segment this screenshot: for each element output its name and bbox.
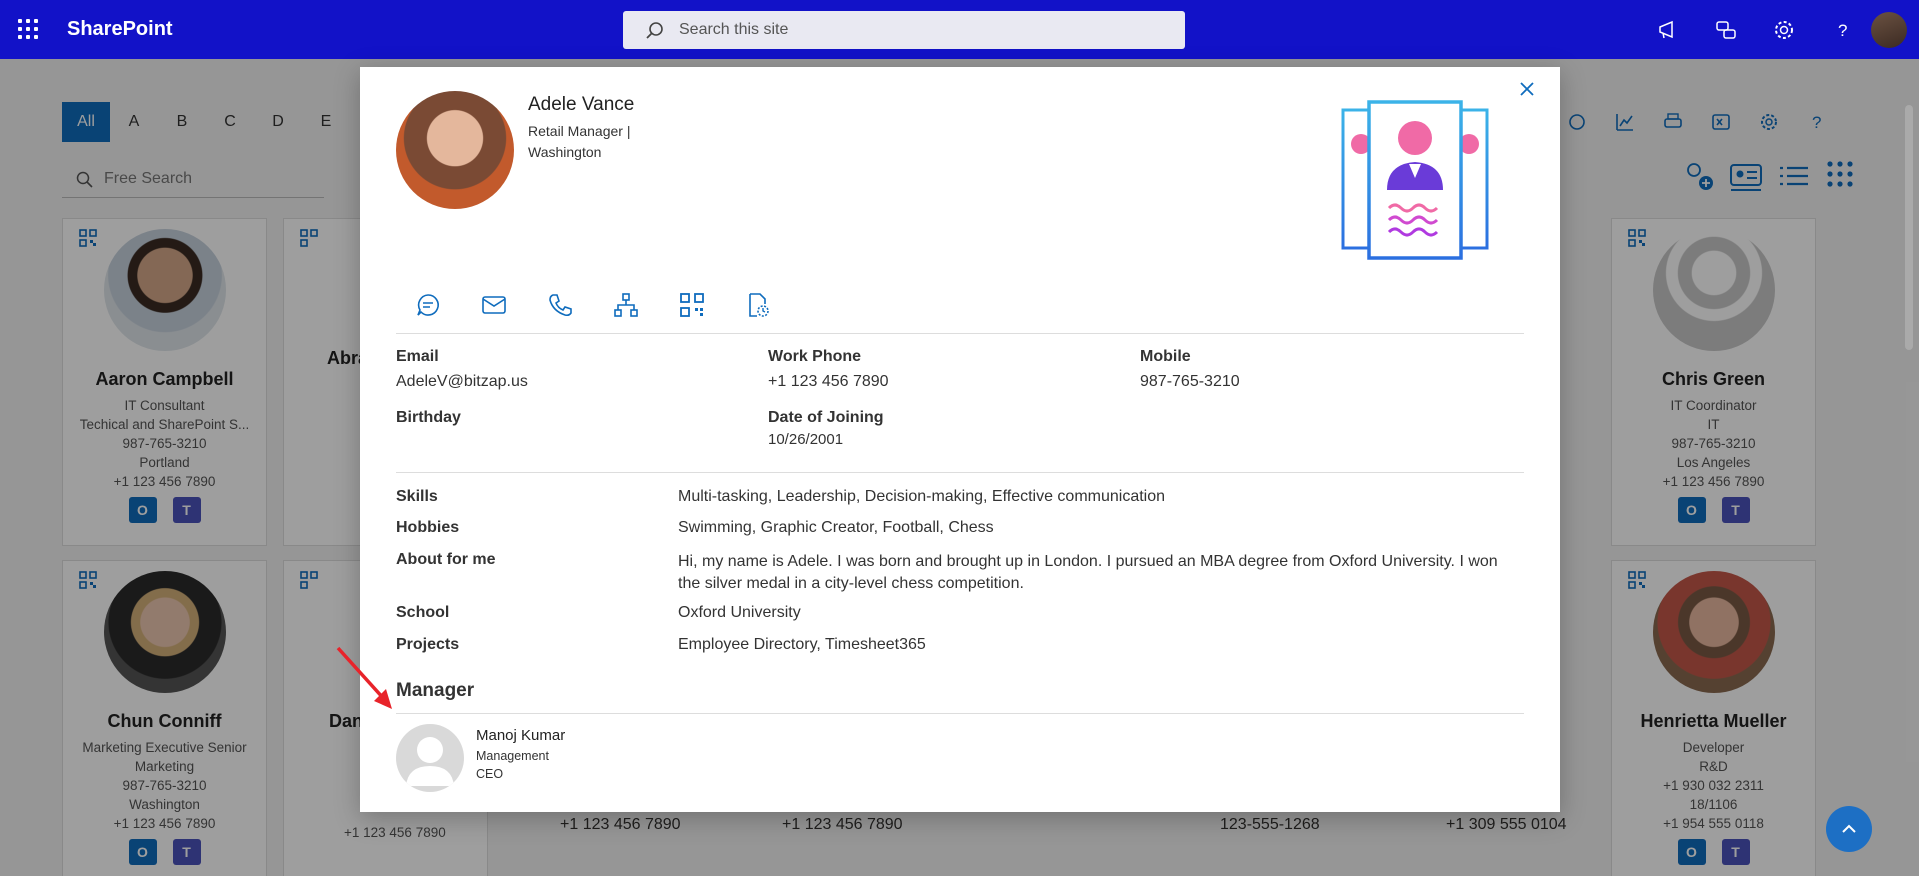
settings-icon[interactable] — [1755, 0, 1813, 59]
date-of-joining-label: Date of Joining — [768, 409, 884, 426]
mail-icon[interactable] — [478, 289, 510, 321]
site-search-input[interactable]: Search this site — [623, 11, 1185, 49]
org-chart-icon[interactable] — [610, 289, 642, 321]
brand-title[interactable]: SharePoint — [67, 18, 173, 41]
suite-header: SharePoint Search this site ? — [0, 0, 1919, 59]
profile-dialog: Adele Vance Retail Manager | Washington … — [360, 67, 1560, 812]
scroll-to-top-button[interactable] — [1826, 806, 1872, 852]
about-value: Hi, my name is Adele. I was born and bro… — [678, 553, 1498, 592]
svg-text:?: ? — [1838, 21, 1847, 40]
mobile-value: 987-765-3210 — [1140, 373, 1240, 390]
chevron-up-icon — [1842, 824, 1856, 833]
profile-photo — [396, 91, 514, 209]
profile-name: Adele Vance — [528, 94, 635, 115]
about-label: About for me — [396, 551, 496, 568]
profile-job-title: Retail Manager | — [528, 123, 631, 139]
megaphone-icon[interactable] — [1639, 0, 1697, 59]
user-avatar[interactable] — [1871, 11, 1907, 48]
page-scrollbar[interactable] — [1905, 105, 1913, 350]
manager-section-title: Manager — [396, 680, 475, 701]
manager-department: Management — [476, 749, 549, 763]
search-placeholder: Search this site — [679, 21, 789, 38]
manager-name[interactable]: Manoj Kumar — [476, 727, 565, 744]
school-label: School — [396, 604, 450, 621]
help-icon[interactable]: ? — [1813, 0, 1871, 59]
employee-badge-illustration — [1341, 100, 1489, 260]
app-launcher-icon[interactable] — [18, 19, 38, 39]
projects-label: Projects — [396, 636, 460, 653]
contact-actions — [412, 289, 774, 321]
projects-value: Employee Directory, Timesheet365 — [678, 636, 926, 653]
search-icon — [646, 22, 663, 39]
close-icon[interactable] — [1517, 79, 1537, 99]
chat-help-icon[interactable] — [1697, 0, 1755, 59]
document-clock-icon[interactable] — [742, 289, 774, 321]
hobbies-value: Swimming, Graphic Creator, Football, Che… — [678, 519, 994, 536]
work-phone-value: +1 123 456 7890 — [768, 373, 889, 390]
skills-label: Skills — [396, 488, 438, 505]
date-of-joining-value: 10/26/2001 — [768, 431, 844, 448]
birthday-label: Birthday — [396, 409, 461, 426]
divider — [396, 713, 1524, 714]
manager-avatar[interactable] — [396, 724, 464, 792]
email-value[interactable]: AdeleV@bitzap.us — [396, 373, 528, 391]
phone-icon[interactable] — [544, 289, 576, 321]
work-phone-label: Work Phone — [768, 348, 862, 365]
school-value: Oxford University — [678, 604, 801, 621]
skills-value: Multi-tasking, Leadership, Decision-maki… — [678, 488, 1166, 505]
email-label: Email — [396, 348, 439, 365]
profile-title: Retail Manager | Washington — [528, 121, 668, 163]
annotation-arrow-icon — [336, 646, 392, 709]
divider — [396, 472, 1524, 473]
divider — [396, 333, 1524, 334]
profile-location: Washington — [528, 144, 602, 160]
qr-code-icon[interactable] — [676, 289, 708, 321]
hobbies-label: Hobbies — [396, 519, 460, 536]
manager-title: CEO — [476, 767, 504, 781]
chat-icon[interactable] — [412, 289, 444, 321]
mobile-label: Mobile — [1140, 348, 1191, 365]
